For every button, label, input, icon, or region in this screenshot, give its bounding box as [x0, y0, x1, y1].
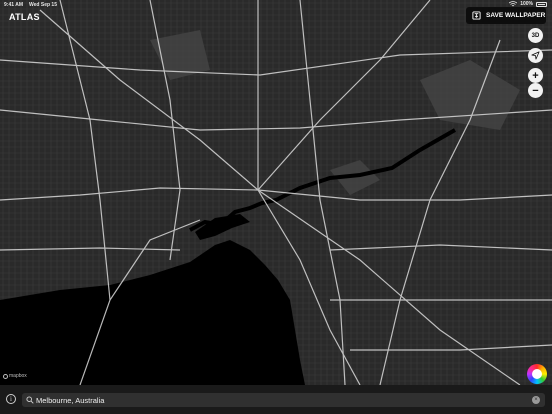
- save-wallpaper-label: SAVE WALLPAPER: [486, 12, 546, 19]
- zoom-in-button[interactable]: +: [528, 68, 543, 83]
- mapbox-icon: [3, 373, 8, 379]
- search-icon: [26, 396, 34, 404]
- search-field[interactable]: ×: [22, 393, 545, 407]
- app-title: ATLAS: [9, 12, 40, 22]
- battery-icon: [536, 1, 547, 7]
- zoom-out-button[interactable]: −: [528, 83, 543, 98]
- zoom-out-label: −: [532, 84, 539, 97]
- mapbox-label: mapbox: [9, 373, 27, 379]
- bottom-bar: i ×: [0, 385, 552, 414]
- clear-search-button[interactable]: ×: [532, 396, 540, 404]
- status-time: 9:41 AM: [4, 2, 23, 8]
- status-date: Wed Sep 15: [29, 2, 57, 8]
- location-arrow-icon: [531, 51, 540, 60]
- three-d-button[interactable]: 3D: [528, 28, 543, 43]
- info-button[interactable]: i: [6, 394, 16, 404]
- city-map[interactable]: [0, 0, 552, 414]
- locate-button[interactable]: [528, 48, 543, 63]
- info-label: i: [10, 395, 12, 403]
- three-d-label: 3D: [531, 32, 540, 39]
- mapbox-logo[interactable]: mapbox: [3, 373, 27, 379]
- save-wallpaper-icon: [472, 11, 481, 20]
- map-app: 9:41 AM Wed Sep 15 100% ATLAS SAVE WALLP…: [0, 0, 552, 414]
- zoom-in-label: +: [532, 69, 539, 82]
- search-input[interactable]: [36, 393, 516, 407]
- save-wallpaper-button[interactable]: SAVE WALLPAPER: [466, 7, 546, 24]
- color-wheel-button[interactable]: [527, 364, 547, 384]
- clear-label: ×: [534, 397, 538, 403]
